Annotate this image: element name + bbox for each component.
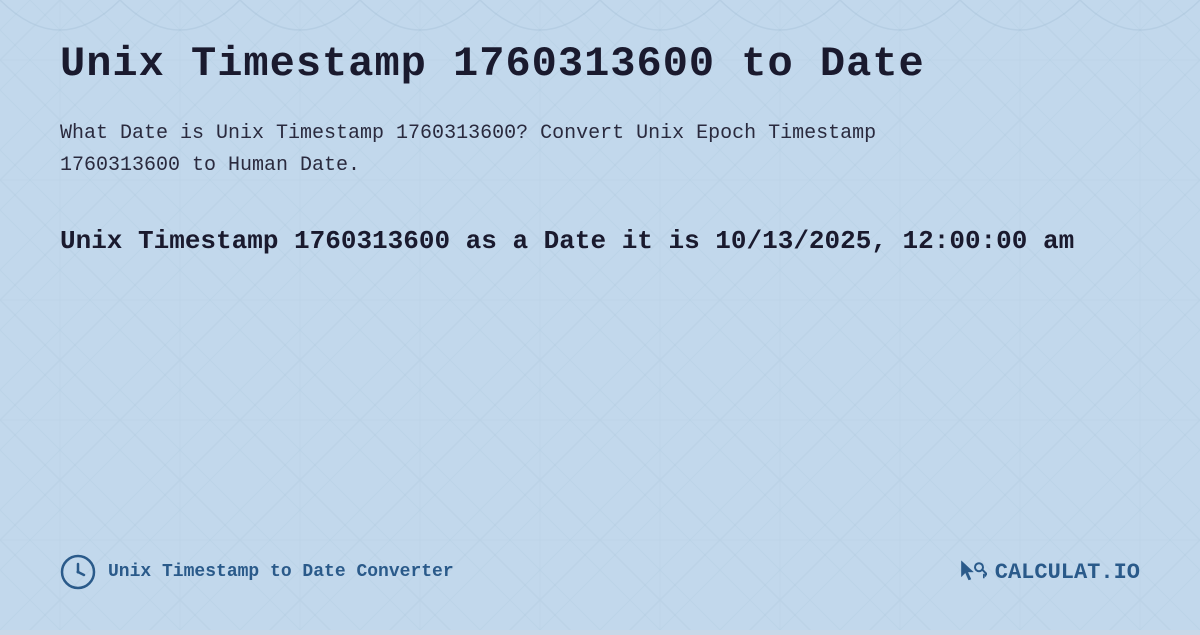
footer: Unix Timestamp to Date Converter CALCULA… (60, 544, 1140, 590)
footer-link-text[interactable]: Unix Timestamp to Date Converter (108, 562, 454, 582)
footer-left: Unix Timestamp to Date Converter (60, 554, 454, 590)
page-title: Unix Timestamp 1760313600 to Date (60, 40, 1140, 88)
logo-icon (955, 556, 987, 588)
logo-text: CALCULAT.IO (995, 560, 1140, 585)
clock-icon (60, 554, 96, 590)
description-text: What Date is Unix Timestamp 1760313600? … (60, 118, 960, 182)
logo: CALCULAT.IO (955, 556, 1140, 588)
result-section: Unix Timestamp 1760313600 as a Date it i… (60, 222, 1140, 261)
